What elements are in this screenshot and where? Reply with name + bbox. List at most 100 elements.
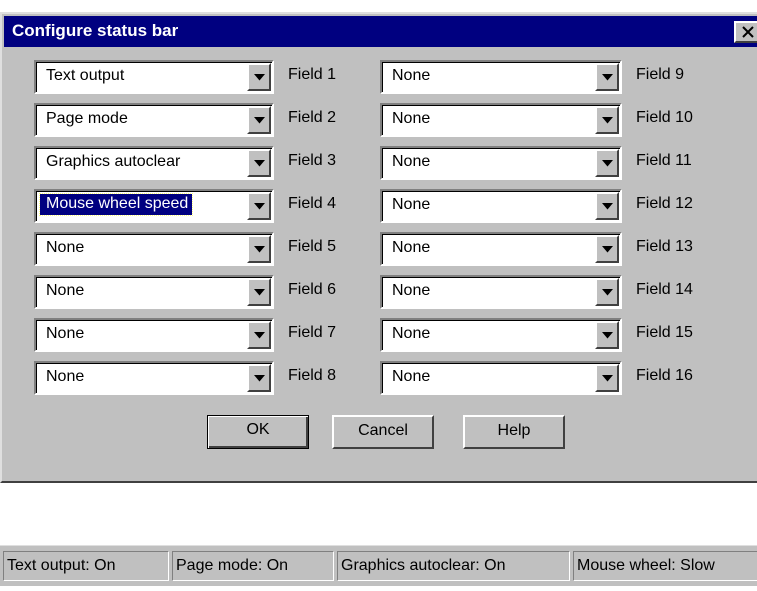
chevron-down-icon [602,289,613,296]
field-9-select[interactable]: None [380,60,622,94]
chevron-down-icon [602,160,613,167]
chevron-down-icon [602,246,613,253]
field-16-select[interactable]: None [380,361,622,395]
select-value: None [392,239,431,256]
select-value: Graphics autoclear [46,153,181,170]
select-value: None [392,110,431,127]
select-value: None [392,196,431,213]
chevron-down-icon [254,203,265,210]
chevron-down-icon [254,332,265,339]
dropdown-button[interactable] [247,278,271,306]
dropdown-button[interactable] [247,63,271,91]
select-value: None [392,282,431,299]
field-row: None Field 8 None Field 16 [22,361,757,395]
dropdown-button[interactable] [595,364,619,392]
field-row: None Field 6 None Field 14 [22,275,757,309]
chevron-down-icon [254,375,265,382]
select-value: None [392,67,431,84]
field-label: Field 6 [288,281,337,298]
field-7-select[interactable]: None [34,318,274,352]
select-value: None [46,239,85,256]
chevron-down-icon [602,203,613,210]
dropdown-button[interactable] [247,106,271,134]
field-label: Field 10 [636,109,693,126]
field-3-select[interactable]: Graphics autoclear [34,146,274,180]
field-row: Text output Field 1 None Field 9 [22,60,757,94]
chevron-down-icon [254,289,265,296]
chevron-down-icon [254,160,265,167]
configure-status-bar-dialog: Configure status bar Text output Field 1 N… [0,12,757,483]
status-field-3: Graphics autoclear: On [337,551,570,581]
dropdown-button[interactable] [247,321,271,349]
field-label: Field 15 [636,324,693,341]
field-11-select[interactable]: None [380,146,622,180]
select-value: None [392,368,431,385]
field-2-select[interactable]: Page mode [34,103,274,137]
dropdown-button[interactable] [595,106,619,134]
field-label: Field 12 [636,195,693,212]
field-label: Field 11 [636,152,692,169]
field-row: None Field 7 None Field 15 [22,318,757,352]
field-selector-grid: Text output Field 1 None Field 9 Page mode Fi… [22,60,757,395]
chevron-down-icon [602,375,613,382]
field-row: Graphics autoclear Field 3 None Field 11 [22,146,757,180]
dropdown-button[interactable] [595,235,619,263]
field-label: Field 13 [636,238,693,255]
field-6-select[interactable]: None [34,275,274,309]
chevron-down-icon [602,332,613,339]
field-15-select[interactable]: None [380,318,622,352]
dropdown-button[interactable] [595,149,619,177]
field-4-select[interactable]: Mouse wheel speed [34,189,274,223]
field-label: Field 9 [636,66,685,83]
field-label: Field 14 [636,281,693,298]
cancel-button[interactable]: Cancel [332,415,434,449]
field-1-select[interactable]: Text output [34,60,274,94]
dropdown-button[interactable] [247,364,271,392]
select-value: None [46,368,85,385]
dialog-title-bar[interactable]: Configure status bar [4,16,757,47]
select-value: None [46,325,85,342]
field-label: Field 1 [288,66,337,83]
field-label: Field 16 [636,367,693,384]
field-row: None Field 5 None Field 13 [22,232,757,266]
status-field-4: Mouse wheel: Slow [573,551,757,581]
field-label: Field 7 [288,324,337,341]
select-value: None [392,153,431,170]
select-value: None [392,325,431,342]
dialog-title: Configure status bar [12,21,179,40]
dropdown-button[interactable] [595,63,619,91]
select-value: None [46,282,85,299]
dropdown-button[interactable] [595,192,619,220]
field-label: Field 3 [288,152,337,169]
field-label: Field 4 [288,195,337,212]
status-field-1: Text output: On [3,551,169,581]
select-value: Page mode [46,110,128,127]
dropdown-button[interactable] [595,321,619,349]
field-row: Page mode Field 2 None Field 10 [22,103,757,137]
field-8-select[interactable]: None [34,361,274,395]
field-10-select[interactable]: None [380,103,622,137]
select-value: Text output [46,67,125,84]
field-label: Field 8 [288,367,337,384]
chevron-down-icon [602,117,613,124]
dropdown-button[interactable] [595,278,619,306]
chevron-down-icon [254,117,265,124]
close-icon [742,26,754,38]
chevron-down-icon [254,246,265,253]
chevron-down-icon [254,74,265,81]
help-button[interactable]: Help [463,415,565,449]
status-bar: Text output: On Page mode: On Graphics a… [0,545,757,586]
field-14-select[interactable]: None [380,275,622,309]
field-row: Mouse wheel speed Field 4 None Field 12 [22,189,757,223]
chevron-down-icon [602,74,613,81]
close-button[interactable] [734,21,757,43]
status-field-2: Page mode: On [172,551,334,581]
field-13-select[interactable]: None [380,232,622,266]
field-5-select[interactable]: None [34,232,274,266]
dropdown-button[interactable] [247,149,271,177]
dropdown-button[interactable] [247,235,271,263]
field-12-select[interactable]: None [380,189,622,223]
dropdown-button[interactable] [247,192,271,220]
select-value: Mouse wheel speed [38,193,194,216]
ok-button[interactable]: OK [207,415,309,449]
